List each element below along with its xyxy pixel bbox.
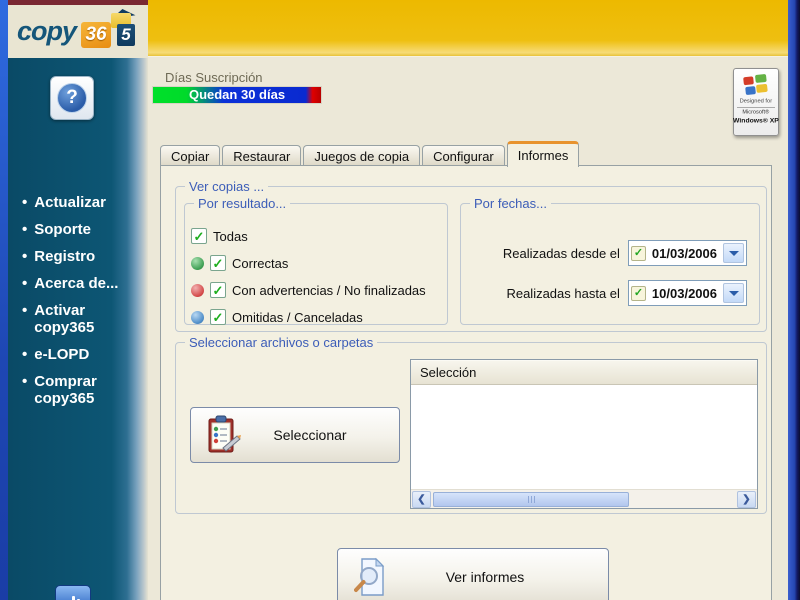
tab-informes[interactable]: Informes [506,141,580,167]
tab-strip: Copiar Restaurar Juegos de copia Configu… [160,140,581,167]
sidebar-item-label: Comprar copy365 [34,373,97,407]
sidebar-item-label: Registro [34,248,96,265]
sidebar-item-elopd[interactable]: • e-LOPD [22,346,142,363]
option-row-correctas: Correctas [191,253,288,273]
bullet-icon: • [22,275,28,292]
bullet-icon: • [22,373,28,390]
badge-designed-for: Designed for [739,98,773,105]
desde-date-checkbox[interactable] [630,245,646,261]
ver-copias-group-label: Ver copias ... [185,179,269,194]
sidebar-item-activar-copy365[interactable]: • Activar copy365 [22,302,142,336]
sidebar: ? • Actualizar • Soporte • Registro • Ac… [8,58,148,600]
seleccionar-button-label: Seleccionar [273,427,347,443]
designed-for-windows-xp-badge: Designed for Microsoft® Windows® XP [733,68,779,136]
horizontal-scrollbar: ❮ ❯ [411,489,757,508]
subscription-label: Días Suscripción [165,70,263,85]
por-resultado-group-label: Por resultado... [194,196,291,211]
option-row-advertencias: Con advertencias / No finalizadas [191,280,426,300]
sidebar-item-label: e-LOPD [34,346,90,363]
bullet-icon: • [22,248,28,265]
tab-juegos-de-copia[interactable]: Juegos de copia [303,145,421,166]
sidebar-item-soporte[interactable]: • Soporte [22,221,142,238]
status-dot-blue-icon [191,310,204,324]
por-fechas-group-label: Por fechas... [470,196,551,211]
app-logo: copy 36 5 [8,5,148,58]
seleccion-listbox: Selección ❮ ❯ [410,359,758,509]
todas-checkbox[interactable] [191,228,207,244]
badge-windows-xp: Windows® XP [733,116,779,125]
omitidas-label: Omitidas / Canceladas [232,309,363,325]
scroll-right-icon[interactable]: ❯ [737,490,756,508]
badge-microsoft: Microsoft® [742,109,770,116]
seleccionar-button[interactable]: Seleccionar [190,407,400,463]
informes-tab-panel: Ver copias ... Por resultado... Todas Co… [160,165,772,600]
seleccion-column-header[interactable]: Selección [411,360,757,385]
help-button[interactable]: ? [50,76,94,120]
correctas-checkbox[interactable] [210,255,226,271]
option-row-todas: Todas [191,226,248,246]
date-row-desde: Realizadas desde el 01/03/2006 [503,240,747,266]
hasta-date-picker[interactable]: 10/03/2006 [627,280,747,306]
ver-copias-group: Ver copias ... Por resultado... Todas Co… [175,179,767,332]
bullet-icon: • [22,346,28,363]
sidebar-item-label: Soporte [34,221,91,238]
clipboard-checklist-icon [208,415,241,453]
desde-date-picker[interactable]: 01/03/2006 [627,240,747,266]
desde-label: Realizadas desde el [502,245,620,261]
tab-configurar[interactable]: Configurar [422,145,505,166]
subscription-progressbar: Quedan 30 días [152,86,322,104]
logo-copy-text: copy [17,16,77,46]
badge-divider [737,107,775,108]
sidebar-item-registro[interactable]: • Registro [22,248,142,265]
seleccionar-archivos-group-label: Seleccionar archivos o carpetas [185,335,378,350]
option-row-omitidas: Omitidas / Canceladas [191,307,363,327]
report-search-icon [354,557,385,596]
logo-365-cubes: 36 5 [79,6,137,52]
hasta-label: Realizadas hasta el [506,285,620,301]
chevron-down-icon[interactable] [723,283,744,303]
question-mark-icon: ? [57,83,87,113]
sidebar-item-acerca-de[interactable]: • Acerca de... [22,275,142,292]
chevron-down-icon[interactable] [723,243,744,263]
top-banner [148,0,788,57]
sidebar-item-label: Activar copy365 [34,302,95,336]
ver-informes-button-label: Ver informes [445,569,525,585]
status-dot-red-icon [191,283,204,297]
sidebar-item-label: Acerca de... [34,275,119,292]
por-fechas-group: Por fechas... Realizadas desde el 01/03/… [460,196,760,325]
bullet-icon: • [22,194,28,211]
omitidas-checkbox[interactable] [210,309,226,325]
hasta-date-checkbox[interactable] [630,285,646,301]
scroll-left-icon[interactable]: ❮ [412,490,431,508]
logo-36-cube: 36 [81,21,112,48]
bars-icon [71,596,75,600]
sidebar-item-label: Actualizar [34,194,106,211]
tab-copiar[interactable]: Copiar [160,145,221,166]
bullet-icon: • [22,302,28,319]
windows-flag-icon [743,74,768,95]
logo-5-cube: 5 [117,23,136,46]
sidebar-bottom-button[interactable] [55,585,91,600]
seleccionar-archivos-group: Seleccionar archivos o carpetas Seleccio… [175,335,767,514]
sidebar-item-comprar-copy365[interactable]: • Comprar copy365 [22,373,142,407]
window-left-edge [0,0,8,600]
window-right-edge [788,0,800,600]
advertencias-label: Con advertencias / No finalizadas [232,282,426,298]
scrollbar-thumb[interactable] [433,491,629,507]
seleccion-list-body[interactable] [411,385,757,489]
por-resultado-group: Por resultado... Todas Correctas Con adv… [184,196,448,327]
advertencias-checkbox[interactable] [210,282,226,298]
correctas-label: Correctas [232,255,289,271]
date-row-hasta: Realizadas hasta el 10/03/2006 [506,280,747,306]
desde-date-value: 01/03/2006 [651,245,717,261]
ver-informes-button[interactable]: Ver informes [337,548,609,600]
sidebar-item-actualizar[interactable]: • Actualizar [22,194,142,211]
status-dot-green-icon [191,256,204,270]
todas-label: Todas [213,228,248,244]
main-content: Días Suscripción Quedan 30 días Designed… [148,57,788,600]
tab-restaurar[interactable]: Restaurar [222,145,302,166]
bullet-icon: • [22,221,28,238]
hasta-date-value: 10/03/2006 [651,285,717,301]
sidebar-menu: • Actualizar • Soporte • Registro • Acer… [22,194,142,417]
